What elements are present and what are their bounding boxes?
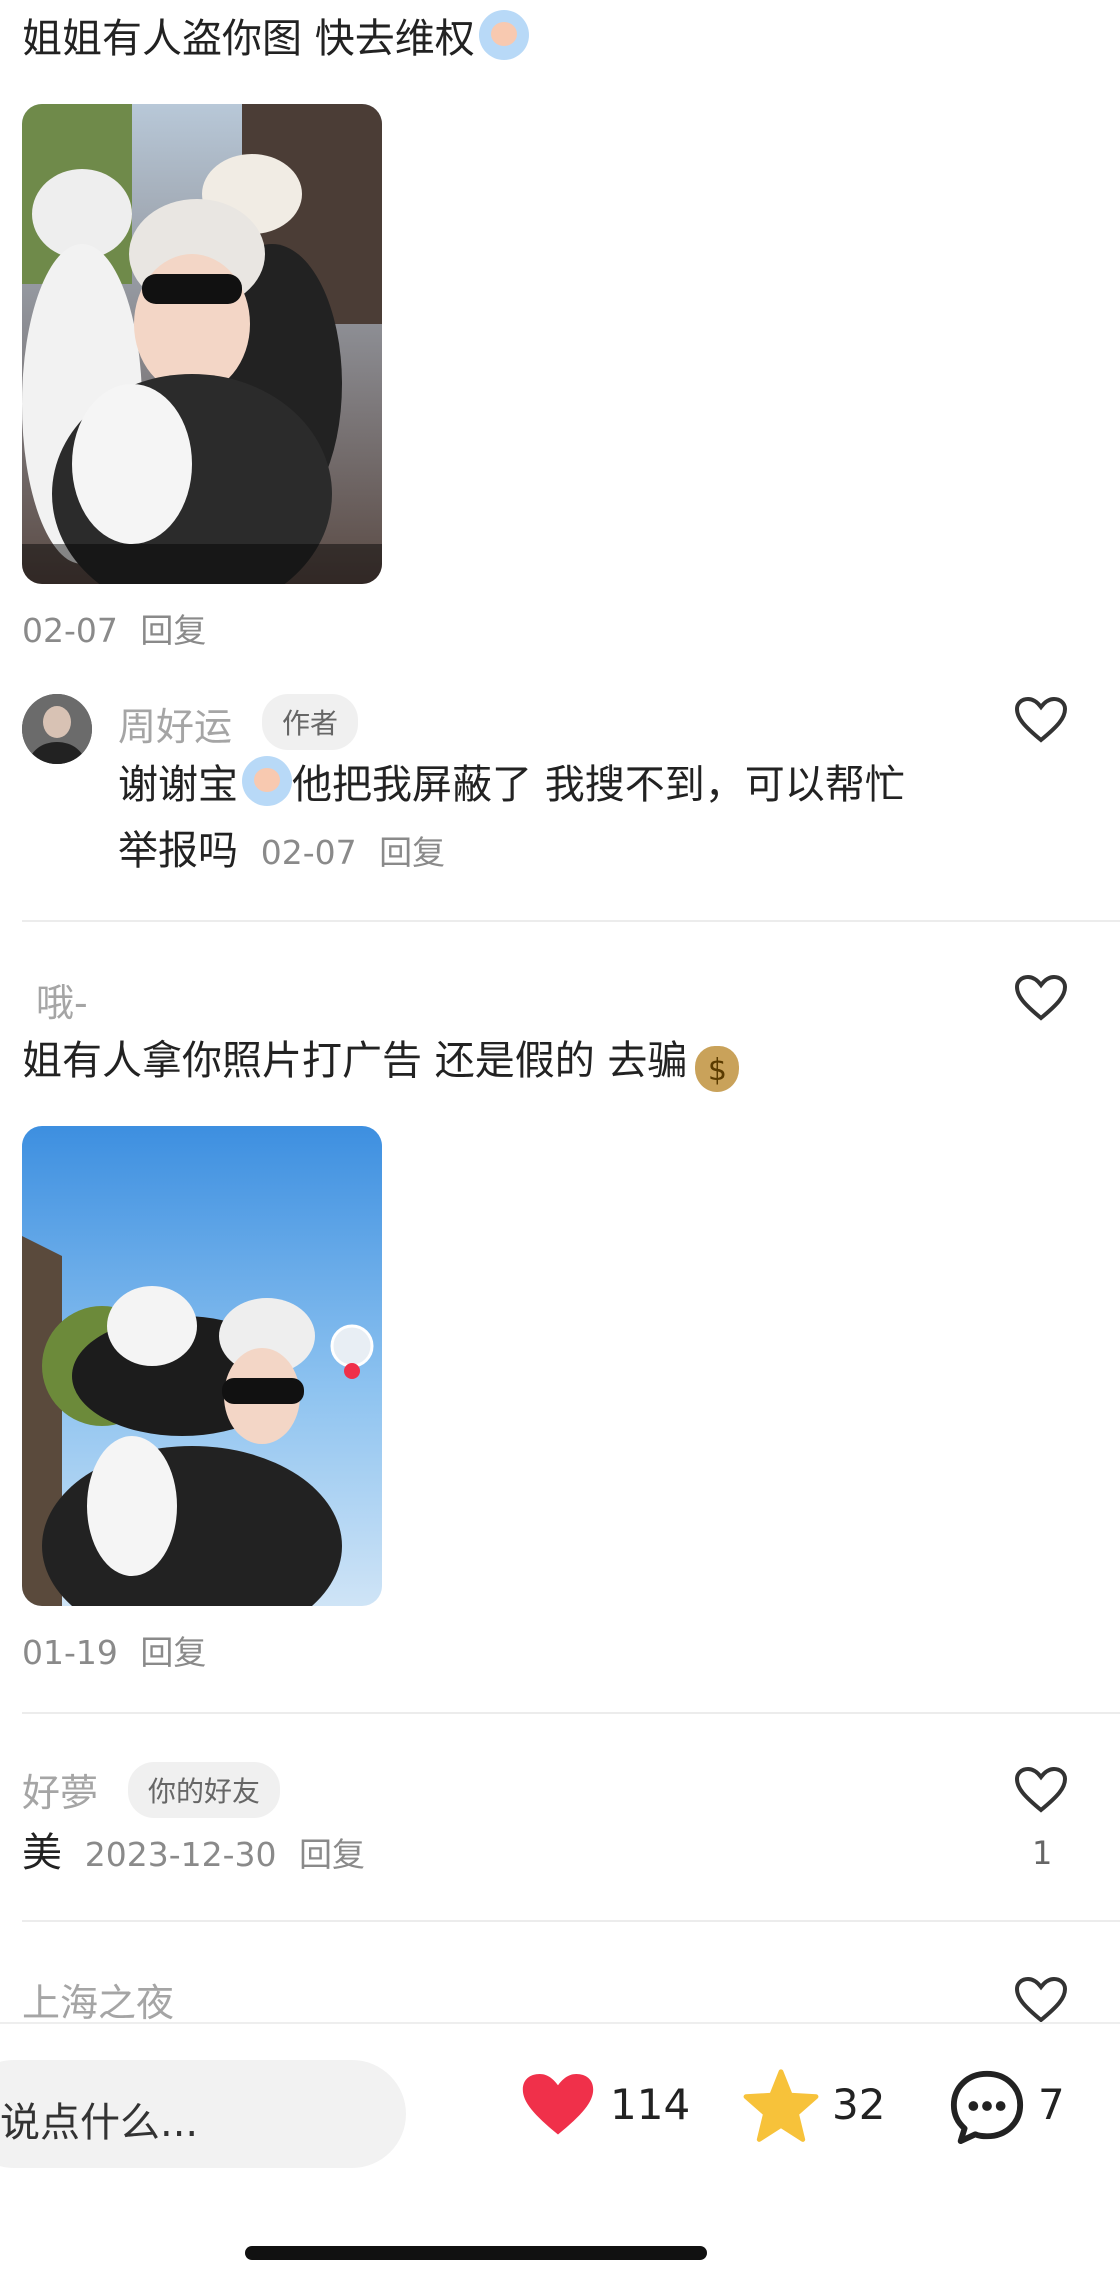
comment-input[interactable]: 说点什么... xyxy=(0,2060,406,2168)
home-indicator xyxy=(245,2246,707,2260)
comment-author-name[interactable]: 上海之夜 xyxy=(22,1972,174,2027)
comment-meta: 01-19 回复 xyxy=(22,1633,207,1672)
reply-button[interactable]: 回复 xyxy=(379,833,445,872)
comment-text: 美 2023-12-30 回复 xyxy=(22,1830,365,1876)
like-heart-icon[interactable] xyxy=(1014,1766,1068,1814)
author-badge: 作者 xyxy=(262,694,359,750)
like-heart-icon[interactable] xyxy=(1014,1976,1068,2024)
divider xyxy=(22,1712,1120,1714)
comment-text-line2: 举报吗 02-07 回复 xyxy=(118,828,446,874)
avatar[interactable] xyxy=(22,694,92,764)
comment-author-name[interactable]: 好夢 xyxy=(22,1762,98,1817)
reply-button[interactable]: 回复 xyxy=(140,1633,206,1672)
comment-image[interactable] xyxy=(22,104,382,584)
divider xyxy=(22,1920,1120,1922)
comment-author-name[interactable]: 哦- xyxy=(36,972,88,1027)
crying-emoji-icon xyxy=(478,10,529,60)
like-filled-icon[interactable] xyxy=(520,2070,596,2140)
comment-author-name[interactable]: 周好运 xyxy=(118,696,232,751)
like-heart-icon[interactable] xyxy=(1014,696,1068,744)
comment-meta: 02-07 回复 xyxy=(22,611,207,650)
like-count: 114 xyxy=(610,2080,691,2129)
favorite-star-icon[interactable] xyxy=(742,2068,820,2144)
like-count: 1 xyxy=(1032,1834,1053,1872)
crying-emoji-icon xyxy=(242,756,292,806)
photo-illustration xyxy=(22,104,382,584)
divider xyxy=(22,920,1120,922)
reply-button[interactable]: 回复 xyxy=(140,611,206,650)
money-bag-icon: $ xyxy=(695,1046,740,1092)
comment-count: 7 xyxy=(1038,2080,1065,2129)
comment-text: 姐姐有人盗你图 快去维权 xyxy=(22,10,529,66)
comment-text: 谢谢宝 他把我屏蔽了 我搜不到，可以帮忙 xyxy=(118,756,905,812)
like-heart-icon[interactable] xyxy=(1014,974,1068,1022)
comment-text: 姐有人拿你照片打广告 还是假的 去骗 $ xyxy=(22,1034,740,1092)
friend-badge: 你的好友 xyxy=(128,1762,281,1818)
comment-image[interactable] xyxy=(22,1126,382,1606)
comment-bubble-icon[interactable] xyxy=(948,2068,1026,2146)
favorite-count: 32 xyxy=(832,2080,886,2129)
photo-illustration xyxy=(22,1126,382,1606)
reply-button[interactable]: 回复 xyxy=(299,1835,365,1874)
